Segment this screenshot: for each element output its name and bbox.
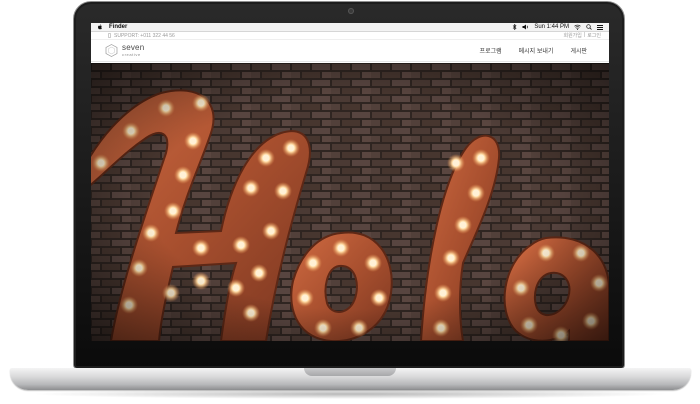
login-link[interactable]: 로그인 [587,32,601,39]
app-name[interactable]: Finder [109,24,127,30]
nav-item-program[interactable]: 프로그램 [480,46,502,55]
logo-name: seven [122,43,145,52]
phone-icon [108,33,111,38]
logo-subtitle: creative [122,52,141,57]
hero-image [91,63,609,341]
hola-sign-illustration [91,63,609,341]
wifi-icon[interactable] [574,24,581,30]
divider: | [583,32,586,38]
search-icon[interactable] [586,24,592,30]
support-text: SUPPORT: +011 322 44 56 [114,32,175,39]
camera-icon [348,8,354,14]
signup-link[interactable]: 회원가입 [563,32,581,39]
site-header: seven creative 프로그램 메시지 보내기 게시판 [91,40,609,62]
laptop-notch [304,368,396,376]
laptop-shadow [30,389,670,399]
main-nav: 프로그램 메시지 보내기 게시판 [480,46,587,55]
mac-menu-bar: Finder Sun 1:44 PM [91,23,609,32]
list-icon[interactable] [597,24,603,30]
bluetooth-icon[interactable] [512,24,517,30]
site-logo[interactable]: seven creative [105,44,144,57]
apple-icon[interactable] [97,24,103,30]
nav-item-board[interactable]: 게시판 [570,46,587,55]
utility-bar: SUPPORT: +011 322 44 56 회원가입 | 로그인 [91,32,609,40]
laptop-screen: Finder Sun 1:44 PM SUPPORT: +011 322 44 … [91,23,609,341]
logo-icon [105,44,118,57]
volume-icon[interactable] [522,24,529,30]
clock-text[interactable]: Sun 1:44 PM [534,24,569,30]
nav-item-send-message[interactable]: 메시지 보내기 [519,46,554,55]
